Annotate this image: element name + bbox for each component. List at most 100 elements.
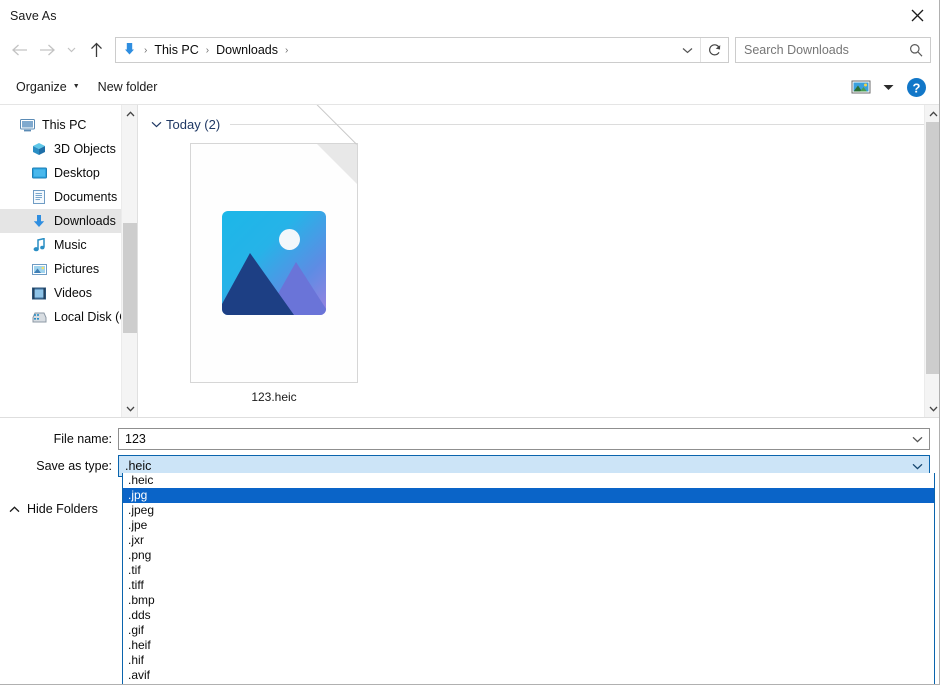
breadcrumb-item-downloads[interactable]: Downloads: [212, 41, 282, 59]
breadcrumb-separator[interactable]: ›: [141, 45, 150, 56]
organize-button[interactable]: Organize ▼: [7, 75, 89, 99]
chevron-up-icon: [9, 505, 20, 512]
refresh-icon: [708, 44, 720, 56]
dropdown-option-selected[interactable]: .jpg: [123, 488, 934, 503]
chevron-down-icon: [912, 436, 922, 442]
chevron-down-icon: [151, 121, 161, 127]
file-name-field[interactable]: 123: [118, 428, 930, 450]
dropdown-option[interactable]: .avif: [123, 668, 934, 683]
pictures-icon: [30, 261, 48, 277]
address-dropdown-button[interactable]: [674, 38, 700, 62]
sidebar-item-local-disk-c[interactable]: Local Disk (C:): [0, 305, 137, 329]
chevron-up-icon: [126, 110, 134, 116]
dropdown-option[interactable]: .bmp: [123, 593, 934, 608]
chevron-up-icon: [929, 110, 937, 116]
dropdown-option[interactable]: .heic: [123, 473, 934, 488]
sidebar-item-label: 3D Objects: [54, 142, 116, 156]
search-icon[interactable]: [909, 43, 923, 57]
group-collapse-button[interactable]: [148, 116, 164, 132]
dropdown-option[interactable]: .jxr: [123, 533, 934, 548]
search-input[interactable]: [744, 43, 894, 57]
file-group-header: Today (2): [148, 113, 939, 135]
file-scroll-up-button[interactable]: [925, 105, 939, 122]
save-as-type-label: Save as type:: [36, 459, 112, 473]
back-button[interactable]: [5, 35, 33, 65]
chevron-down-icon: [912, 463, 922, 469]
sidebar-item-videos[interactable]: Videos: [0, 281, 137, 305]
sidebar-item-label: Desktop: [54, 166, 100, 180]
sidebar-item-downloads[interactable]: Downloads: [0, 209, 137, 233]
navigation-bar: › This PC › Downloads ›: [0, 31, 939, 69]
sidebar-scroll-up-button[interactable]: [122, 105, 137, 122]
sidebar-item-label: Pictures: [54, 262, 100, 276]
file-name-dropdown-button[interactable]: [905, 429, 929, 449]
sidebar-item-label: Downloads: [54, 214, 116, 228]
breadcrumb-separator[interactable]: ›: [282, 45, 291, 56]
dropdown-option[interactable]: .png: [123, 548, 934, 563]
refresh-button[interactable]: [700, 38, 728, 62]
recent-locations-button[interactable]: [61, 35, 81, 65]
sidebar-item-this-pc[interactable]: This PC: [0, 113, 137, 137]
view-thumbnails-icon: [851, 80, 871, 94]
photo-file-icon: [222, 211, 326, 315]
file-pane-scrollbar[interactable]: [924, 105, 939, 417]
music-icon: [30, 237, 48, 253]
file-scroll-thumb[interactable]: [926, 122, 939, 374]
dropdown-option[interactable]: .tif: [123, 563, 934, 578]
videos-icon: [30, 285, 48, 301]
chevron-down-icon: [67, 47, 75, 53]
change-view-button[interactable]: [846, 74, 876, 100]
desktop-icon: [30, 165, 48, 181]
downloads-icon: [30, 213, 48, 229]
sidebar-scrollbar[interactable]: [121, 105, 137, 417]
sidebar-item-label: This PC: [42, 118, 87, 132]
svg-text:?: ?: [912, 80, 920, 95]
help-button[interactable]: ?: [900, 72, 932, 102]
dropdown-option[interactable]: .hif: [123, 653, 934, 668]
dropdown-option[interactable]: .dds: [123, 608, 934, 623]
save-as-type-dropdown-list[interactable]: .heic .jpg .jpeg .jpe .jxr .png .tif .ti…: [122, 473, 935, 684]
sidebar-item-3d-objects[interactable]: 3D Objects: [0, 137, 137, 161]
dropdown-option[interactable]: .jpe: [123, 518, 934, 533]
sidebar-item-documents[interactable]: Documents: [0, 185, 137, 209]
file-list-pane: Today (2) 123.heic: [137, 105, 939, 417]
search-box[interactable]: [735, 37, 931, 63]
breadcrumb-separator[interactable]: ›: [203, 45, 212, 56]
mountain-front-shape: [222, 253, 294, 315]
sidebar-item-label: Documents: [54, 190, 118, 204]
sidebar-item-pictures[interactable]: Pictures: [0, 257, 137, 281]
sidebar-scroll-thumb[interactable]: [123, 223, 137, 333]
up-button[interactable]: [81, 35, 111, 65]
cube-icon: [30, 141, 48, 157]
new-folder-button[interactable]: New folder: [89, 75, 167, 99]
sidebar-item-label: Videos: [54, 286, 92, 300]
documents-icon: [30, 189, 48, 205]
forward-button[interactable]: [33, 35, 61, 65]
dropdown-option[interactable]: .tiff: [123, 578, 934, 593]
close-icon: [911, 9, 923, 22]
dropdown-option[interactable]: .gif: [123, 623, 934, 638]
help-icon: ?: [906, 77, 926, 97]
file-scroll-down-button[interactable]: [925, 400, 939, 417]
address-bar[interactable]: › This PC › Downloads ›: [115, 37, 729, 63]
chevron-down-icon: [682, 47, 692, 53]
file-thumbnail[interactable]: [190, 105, 358, 383]
dropdown-option[interactable]: .jpeg: [123, 503, 934, 518]
sidebar-item-desktop[interactable]: Desktop: [0, 161, 137, 185]
downloads-arrow-icon: [124, 42, 134, 54]
file-item[interactable]: 123.heic: [188, 105, 360, 404]
sidebar-scroll-down-button[interactable]: [122, 400, 137, 417]
breadcrumb-item-this-pc[interactable]: This PC: [150, 41, 202, 59]
file-name-label: File name:: [53, 432, 112, 446]
save-as-type-value: .heic: [125, 459, 152, 473]
toolbar-right-group: ?: [846, 69, 932, 105]
page-fold-corner: [317, 144, 357, 184]
new-folder-label: New folder: [97, 79, 158, 94]
sidebar-item-music[interactable]: Music: [0, 233, 137, 257]
dropdown-option[interactable]: .heif: [123, 638, 934, 653]
close-button[interactable]: [894, 0, 939, 31]
toolbar: Organize ▼ New folder ?: [0, 69, 939, 105]
breadcrumb: › This PC › Downloads ›: [141, 41, 674, 59]
view-options-dropdown[interactable]: [878, 74, 898, 100]
hide-folders-button[interactable]: Hide Folders: [9, 502, 98, 516]
